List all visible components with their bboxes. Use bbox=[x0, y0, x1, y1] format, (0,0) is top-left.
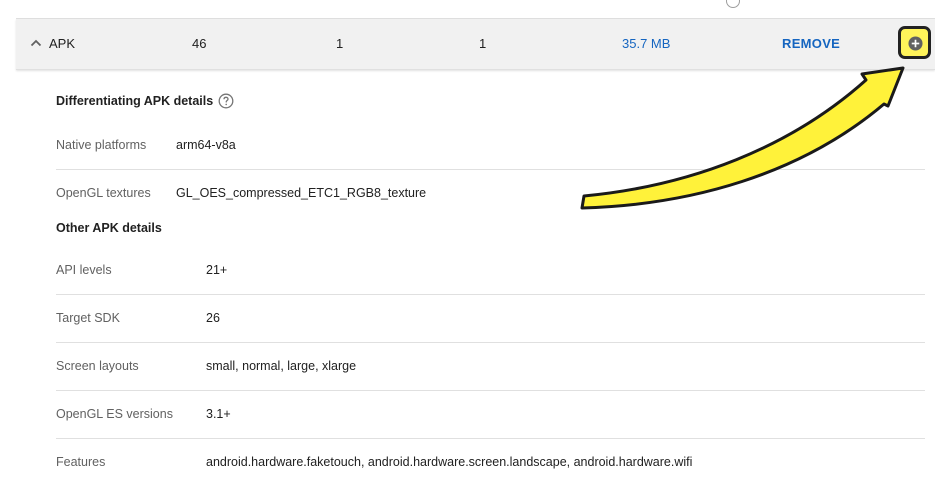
detail-label: API levels bbox=[56, 263, 112, 277]
detail-value: 3.1+ bbox=[206, 407, 231, 421]
apk-size: 35.7 MB bbox=[622, 36, 671, 51]
detail-row-api-levels: API levels 21+ bbox=[56, 246, 925, 295]
detail-label: OpenGL textures bbox=[56, 186, 151, 200]
detail-value: arm64-v8a bbox=[176, 138, 236, 152]
detail-label: Screen layouts bbox=[56, 359, 139, 373]
detail-row-features: Features android.hardware.faketouch, and… bbox=[56, 439, 925, 486]
apk-column-value: 1 bbox=[479, 36, 487, 51]
remove-button[interactable]: REMOVE bbox=[782, 36, 840, 52]
apk-details-page: APK 46 1 1 35.7 MB REMOVE Differentiatin… bbox=[0, 0, 935, 486]
detail-label: OpenGL ES versions bbox=[56, 407, 173, 421]
help-circle-icon[interactable] bbox=[218, 93, 234, 109]
apk-row-expanded[interactable]: APK 46 1 1 35.7 MB REMOVE bbox=[16, 19, 935, 70]
detail-row-target-sdk: Target SDK 26 bbox=[56, 295, 925, 343]
apk-column-value: 46 bbox=[192, 36, 207, 51]
other-details-title: Other APK details bbox=[56, 221, 162, 235]
detail-label: Features bbox=[56, 455, 106, 469]
apk-name: APK bbox=[49, 36, 76, 51]
apk-column-value: 1 bbox=[336, 36, 344, 51]
help-circle-icon bbox=[726, 0, 740, 8]
add-button-highlighted[interactable] bbox=[898, 26, 931, 59]
differentiating-details-title: Differentiating APK details bbox=[56, 94, 214, 108]
plus-circle-icon bbox=[908, 36, 923, 51]
chevron-up-icon[interactable] bbox=[30, 37, 42, 49]
detail-label: Native platforms bbox=[56, 138, 147, 152]
detail-row-screen-layouts: Screen layouts small, normal, large, xla… bbox=[56, 343, 925, 391]
detail-value: android.hardware.faketouch, android.hard… bbox=[206, 455, 693, 469]
detail-value: small, normal, large, xlarge bbox=[206, 359, 357, 373]
detail-value: 26 bbox=[206, 311, 220, 325]
previous-row-remnant bbox=[0, 0, 935, 19]
detail-value: 21+ bbox=[206, 263, 228, 277]
detail-row-opengl-es-versions: OpenGL ES versions 3.1+ bbox=[56, 391, 925, 439]
detail-value: GL_OES_compressed_ETC1_RGB8_texture bbox=[176, 186, 427, 200]
detail-label: Target SDK bbox=[56, 311, 120, 325]
detail-row-native-platforms: Native platforms arm64-v8a bbox=[56, 122, 925, 170]
detail-row-opengl-textures: OpenGL textures GL_OES_compressed_ETC1_R… bbox=[56, 170, 925, 210]
